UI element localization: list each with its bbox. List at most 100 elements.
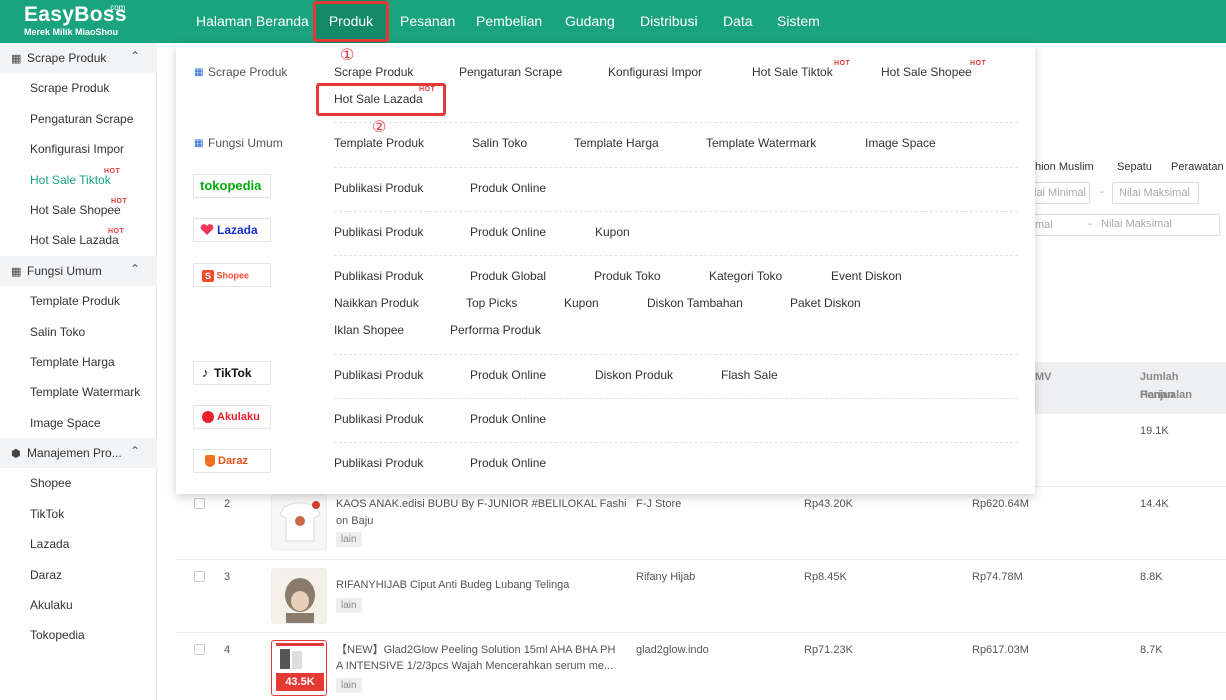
category-tag[interactable]: Perawatan bbox=[1171, 161, 1224, 173]
sidebar-item-shopee[interactable]: Shopee bbox=[30, 476, 71, 490]
nav-gudang[interactable]: Gudang bbox=[565, 0, 615, 43]
product-title-line2[interactable]: A INTENSIVE 1/2/3pcs Wajah Mencerahkan s… bbox=[336, 658, 613, 675]
dropdown-link-konfigurasi-impor[interactable]: Konfigurasi Impor bbox=[608, 65, 702, 79]
row-checkbox[interactable] bbox=[194, 498, 205, 509]
daily-sales: 8.8K bbox=[1140, 571, 1163, 583]
price: Rp8.45K bbox=[804, 571, 847, 583]
annotation-step-2: ② bbox=[372, 119, 387, 136]
akulaku-circle-icon bbox=[202, 411, 214, 423]
product-thumbnail[interactable] bbox=[271, 568, 327, 624]
sidebar-item-salin-toko[interactable]: Salin Toko bbox=[30, 325, 85, 339]
sidebar-group-label: Manajemen Pro... bbox=[27, 446, 122, 460]
dropdown-link-shopee-diskon-tambahan[interactable]: Diskon Tambahan bbox=[647, 296, 743, 310]
column-header-gmv[interactable]: MV bbox=[1035, 368, 1052, 386]
column-header-harian: Harian bbox=[1140, 389, 1175, 401]
product-title[interactable]: RIFANYHIJAB Ciput Anti Budeg Lubang Teli… bbox=[336, 577, 569, 594]
dropdown-link-tiktok-diskon-produk[interactable]: Diskon Produk bbox=[595, 368, 673, 382]
sidebar-item-hot-sale-tiktok[interactable]: Hot Sale Tiktok bbox=[30, 173, 111, 187]
dropdown-link-shopee-top-picks[interactable]: Top Picks bbox=[466, 296, 517, 310]
nav-distribusi[interactable]: Distribusi bbox=[640, 0, 698, 43]
row-checkbox[interactable] bbox=[194, 571, 205, 582]
dropdown-link-salin-toko[interactable]: Salin Toko bbox=[472, 136, 527, 150]
sidebar-item-template-watermark[interactable]: Template Watermark bbox=[30, 385, 140, 399]
daraz-icon bbox=[205, 455, 215, 467]
product-title[interactable]: 【NEW】Glad2Glow Peeling Solution 15ml AHA… bbox=[336, 642, 615, 659]
sidebar-item-image-space[interactable]: Image Space bbox=[30, 416, 101, 430]
dropdown-link-pengaturan-scrape[interactable]: Pengaturan Scrape bbox=[459, 65, 562, 79]
dropdown-link-tiktok-publikasi-produk[interactable]: Publikasi Produk bbox=[334, 368, 423, 382]
dropdown-link-template-produk[interactable]: Template Produk bbox=[334, 136, 424, 150]
nav-pesanan[interactable]: Pesanan bbox=[400, 0, 455, 43]
dropdown-link-image-space[interactable]: Image Space bbox=[865, 136, 936, 150]
shop-name[interactable]: glad2glow.indo bbox=[636, 642, 709, 659]
dropdown-link-shopee-naikkan-produk[interactable]: Naikkan Produk bbox=[334, 296, 419, 310]
sidebar-group-manajemen-produk[interactable]: ⬢ Manajemen Pro... ⌃ bbox=[0, 438, 157, 468]
dropdown-link-template-harga[interactable]: Template Harga bbox=[574, 136, 659, 150]
product-thumbnail[interactable]: 43.5K bbox=[271, 640, 327, 696]
dropdown-link-akulaku-publikasi-produk[interactable]: Publikasi Produk bbox=[334, 412, 423, 426]
nav-pembelian[interactable]: Pembelian bbox=[476, 0, 542, 43]
sidebar-item-hot-sale-shopee[interactable]: Hot Sale Shopee bbox=[30, 203, 121, 217]
sidebar-item-tokopedia[interactable]: Tokopedia bbox=[30, 628, 85, 642]
shop-name[interactable]: F-J Store bbox=[636, 496, 681, 513]
dropdown-link-shopee-paket-diskon[interactable]: Paket Diskon bbox=[790, 296, 861, 310]
nav-data[interactable]: Data bbox=[723, 0, 753, 43]
sidebar-item-pengaturan-scrape[interactable]: Pengaturan Scrape bbox=[30, 112, 133, 126]
sidebar-item-tiktok[interactable]: TikTok bbox=[30, 507, 64, 521]
dropdown-link-shopee-performa-produk[interactable]: Performa Produk bbox=[450, 323, 541, 337]
range2-max-input[interactable]: Nilai Maksimal bbox=[1101, 218, 1172, 230]
sidebar-item-daraz[interactable]: Daraz bbox=[30, 568, 62, 582]
sidebar-item-scrape-produk[interactable]: Scrape Produk bbox=[30, 81, 109, 95]
sidebar-item-lazada[interactable]: Lazada bbox=[30, 537, 69, 551]
dropdown-link-lazada-produk-online[interactable]: Produk Online bbox=[470, 225, 546, 239]
shop-name[interactable]: Rifany Hijab bbox=[636, 569, 695, 586]
dropdown-link-tiktok-produk-online[interactable]: Produk Online bbox=[470, 368, 546, 382]
daily-sales: 14.4K bbox=[1140, 498, 1169, 510]
dropdown-link-shopee-iklan-shopee[interactable]: Iklan Shopee bbox=[334, 323, 404, 337]
dropdown-link-lazada-publikasi-produk[interactable]: Publikasi Produk bbox=[334, 225, 423, 239]
dropdown-link-scrape-produk[interactable]: Scrape Produk bbox=[334, 65, 413, 79]
category-tag[interactable]: hion Muslim bbox=[1035, 161, 1094, 173]
dropdown-link-lazada-kupon[interactable]: Kupon bbox=[595, 225, 630, 239]
dropdown-link-tokopedia-publikasi-produk[interactable]: Publikasi Produk bbox=[334, 181, 423, 195]
sidebar-item-konfigurasi-impor[interactable]: Konfigurasi Impor bbox=[30, 142, 124, 156]
product-title-line2[interactable]: on Baju bbox=[336, 513, 373, 530]
dropdown-link-shopee-publikasi-produk[interactable]: Publikasi Produk bbox=[334, 269, 423, 283]
chevron-up-icon: ⌃ bbox=[130, 262, 141, 276]
tshirt-image bbox=[279, 501, 321, 542]
dropdown-link-tokopedia-produk-online[interactable]: Produk Online bbox=[470, 181, 546, 195]
dropdown-link-shopee-produk-toko[interactable]: Produk Toko bbox=[594, 269, 661, 283]
dropdown-link-daraz-produk-online[interactable]: Produk Online bbox=[470, 456, 546, 470]
sidebar-group-scrape-produk[interactable]: ▦ Scrape Produk ⌃ bbox=[0, 43, 157, 73]
range-min-input[interactable]: lai Minimal bbox=[1030, 182, 1090, 204]
product-thumbnail[interactable] bbox=[271, 494, 327, 550]
dropdown-link-shopee-kategori-toko[interactable]: Kategori Toko bbox=[709, 269, 782, 283]
akulaku-logo: Akulaku bbox=[193, 405, 271, 429]
dropdown-link-daraz-publikasi-produk[interactable]: Publikasi Produk bbox=[334, 456, 423, 470]
logo[interactable]: EasyBoss .com Merek Milik MiaoShou bbox=[24, 3, 127, 37]
product-title[interactable]: KAOS ANAK.edisi BUBU By F-JUNIOR #BELILO… bbox=[336, 496, 627, 513]
nav-halaman-beranda[interactable]: Halaman Beranda bbox=[196, 0, 309, 43]
sidebar-item-akulaku[interactable]: Akulaku bbox=[30, 598, 73, 612]
row-number: 3 bbox=[224, 571, 231, 583]
category-badge: lain bbox=[336, 532, 362, 547]
dropdown-link-akulaku-produk-online[interactable]: Produk Online bbox=[470, 412, 546, 426]
dropdown-link-hot-sale-shopee[interactable]: Hot Sale Shopee bbox=[881, 65, 972, 79]
dropdown-link-shopee-event-diskon[interactable]: Event Diskon bbox=[831, 269, 902, 283]
sidebar-group-fungsi-umum[interactable]: ▦ Fungsi Umum ⌃ bbox=[0, 256, 157, 286]
tiktok-note-icon: ♪ bbox=[202, 365, 209, 380]
row-checkbox[interactable] bbox=[194, 644, 205, 655]
category-tag[interactable]: Sepatu bbox=[1117, 161, 1152, 173]
hot-badge: HOT bbox=[111, 198, 128, 205]
sidebar-item-template-harga[interactable]: Template Harga bbox=[30, 355, 115, 369]
dropdown-link-shopee-kupon[interactable]: Kupon bbox=[564, 296, 599, 310]
dropdown-link-template-watermark[interactable]: Template Watermark bbox=[706, 136, 816, 150]
dropdown-link-shopee-produk-global[interactable]: Produk Global bbox=[470, 269, 546, 283]
sidebar-item-hot-sale-lazada[interactable]: Hot Sale Lazada bbox=[30, 233, 119, 247]
dropdown-link-tiktok-flash-sale[interactable]: Flash Sale bbox=[721, 368, 778, 382]
nav-sistem[interactable]: Sistem bbox=[777, 0, 820, 43]
dropdown-divider bbox=[334, 442, 1018, 443]
sidebar-item-template-produk[interactable]: Template Produk bbox=[30, 294, 120, 308]
dropdown-link-hot-sale-tiktok[interactable]: Hot Sale Tiktok bbox=[752, 65, 833, 79]
range-max-input[interactable]: Nilai Maksimal bbox=[1112, 182, 1199, 204]
